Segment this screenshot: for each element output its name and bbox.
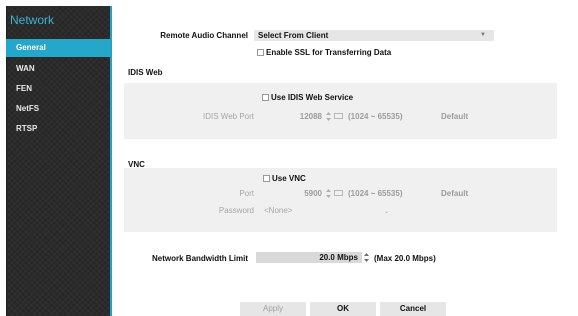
idis-web-section-title: IDIS Web <box>128 68 163 77</box>
remote-audio-value: Select From Client <box>258 31 329 40</box>
sidebar-title: Network <box>10 13 55 27</box>
vnc-port-label: Port <box>239 189 254 198</box>
sidebar-divider <box>110 6 112 316</box>
bandwidth-label: Network Bandwidth Limit <box>152 254 248 263</box>
idis-web-port-label: IDIS Web Port <box>203 112 254 121</box>
vnc-use-label: Use VNC <box>272 174 306 183</box>
remote-audio-select[interactable]: Select From Client ▼ <box>254 30 494 41</box>
sidebar-item-rtsp[interactable]: RTSP <box>6 120 110 138</box>
bandwidth-max-text: (Max 20.0 Mbps) <box>374 254 436 263</box>
sidebar-item-netfs[interactable]: NetFS <box>6 100 110 118</box>
keyboard-icon[interactable] <box>334 113 343 119</box>
idis-web-checkbox[interactable] <box>262 94 269 101</box>
vnc-password-field[interactable]: <None> ⌄ <box>264 206 392 217</box>
vnc-port-range: (1024 ~ 65535) <box>348 189 403 198</box>
spinner-icon[interactable] <box>364 253 369 262</box>
bandwidth-field[interactable]: 20.0 Mbps <box>256 252 362 263</box>
keyboard-icon[interactable] <box>334 190 343 196</box>
idis-web-use-label: Use IDIS Web Service <box>271 93 354 102</box>
vnc-panel <box>124 168 557 232</box>
vnc-checkbox[interactable] <box>263 175 270 182</box>
ok-button[interactable]: OK <box>310 302 376 316</box>
idis-web-port-range: (1024 ~ 65535) <box>348 112 403 121</box>
spinner-icon[interactable] <box>326 189 331 198</box>
sidebar-item-fen[interactable]: FEN <box>6 80 110 98</box>
idis-web-default-button[interactable]: Default <box>441 112 468 121</box>
chevron-down-icon: ⌄ <box>384 209 390 215</box>
remote-audio-label: Remote Audio Channel <box>160 31 248 40</box>
idis-web-port-field[interactable]: 12088 <box>294 112 322 121</box>
ssl-label: Enable SSL for Transferring Data <box>266 48 392 57</box>
sidebar-item-general[interactable]: General <box>6 39 110 57</box>
vnc-password-value: <None> <box>264 206 293 215</box>
idis-web-panel <box>124 83 557 139</box>
apply-button[interactable]: Apply <box>240 302 306 316</box>
sidebar-item-wan[interactable]: WAN <box>6 60 110 78</box>
vnc-password-label: Password <box>218 206 254 215</box>
spinner-icon[interactable] <box>326 112 331 121</box>
cancel-button[interactable]: Cancel <box>380 302 446 316</box>
chevron-down-icon: ▼ <box>480 32 486 38</box>
network-settings-window: Network General WAN FEN NetFS RTSP Remot… <box>0 0 578 316</box>
ssl-checkbox[interactable] <box>257 49 264 56</box>
vnc-port-field[interactable]: 5900 <box>296 189 322 198</box>
vnc-default-button[interactable]: Default <box>441 189 468 198</box>
